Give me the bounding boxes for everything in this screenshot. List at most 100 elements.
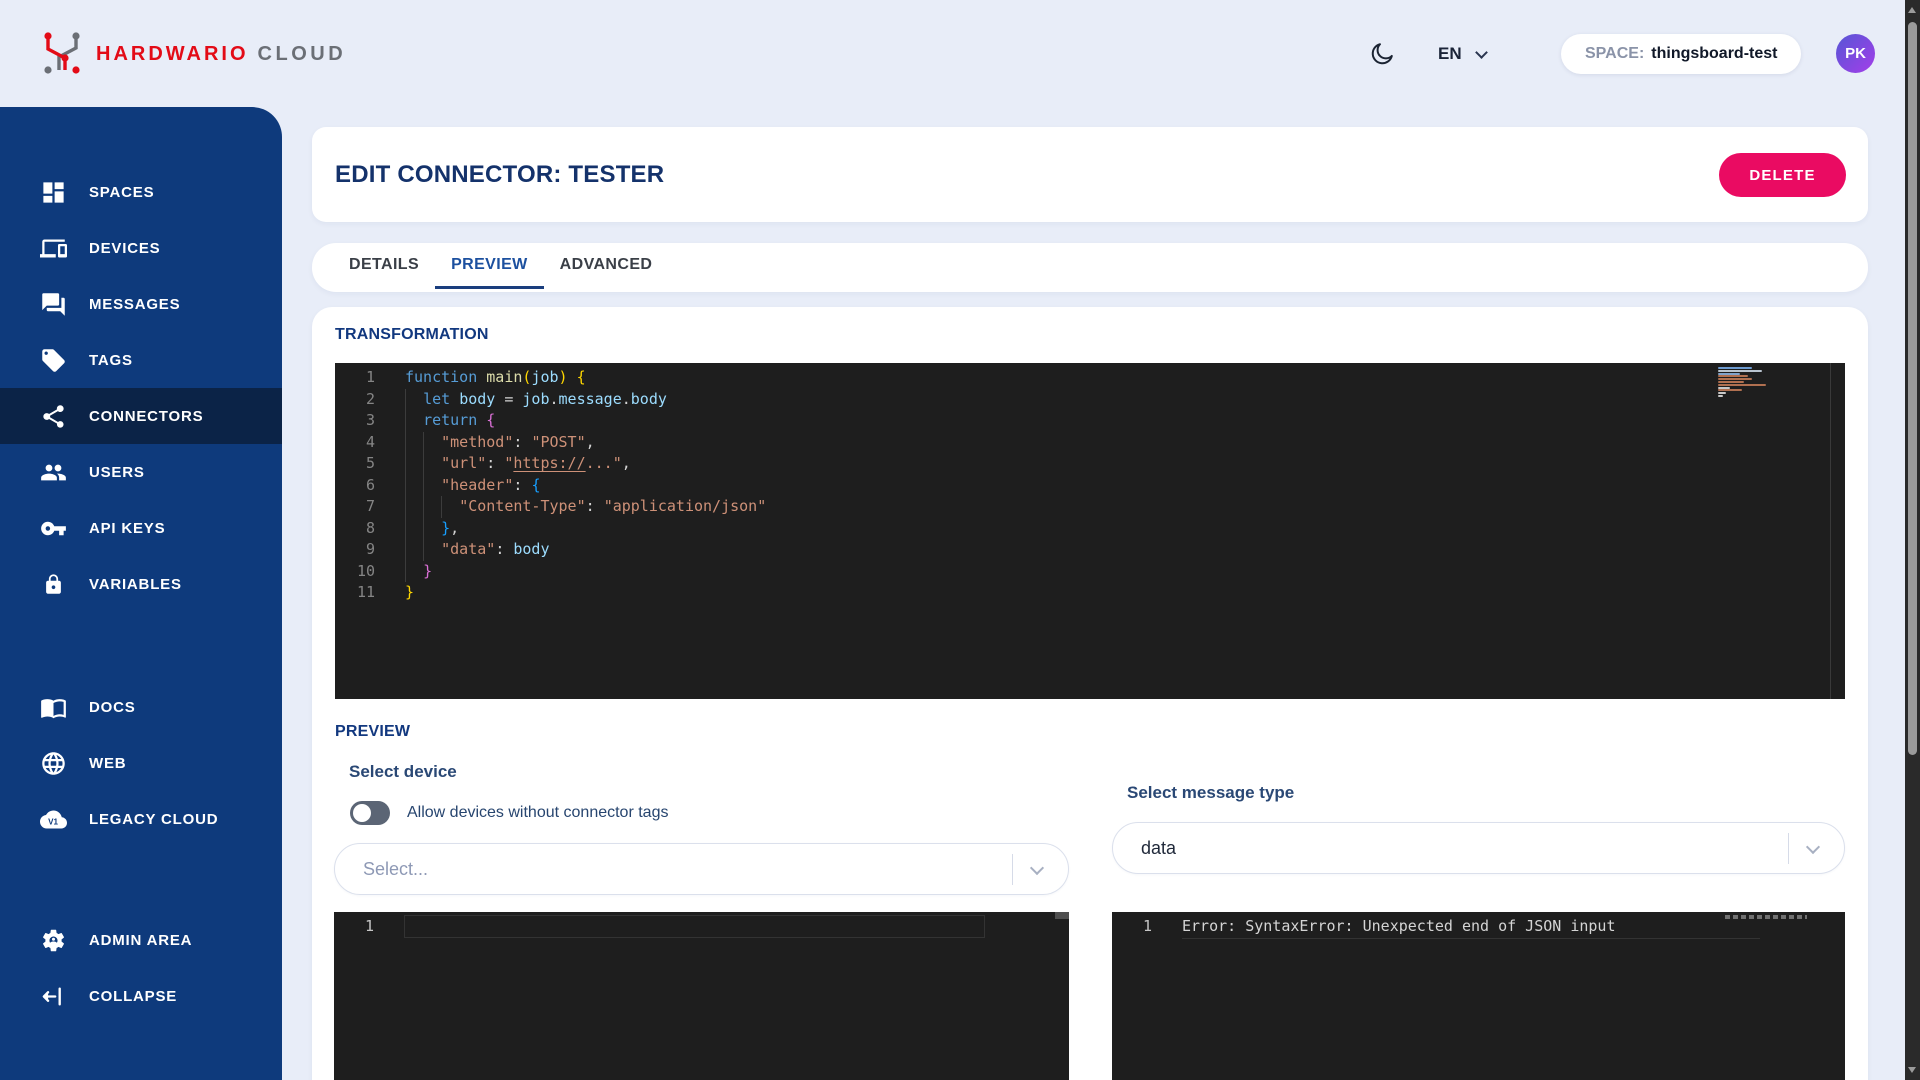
tab-details[interactable]: DETAILS — [333, 243, 435, 289]
sidebar-item-collapse[interactable]: COLLAPSE — [0, 968, 282, 1024]
chevron-down-icon — [1806, 840, 1820, 854]
brand-name: HARDWARIO — [96, 43, 249, 65]
brand-wordmark: HARDWARIO CLOUD — [96, 43, 346, 66]
preview-input-editor[interactable]: 1 — [334, 912, 1069, 1080]
chevron-down-icon — [1030, 861, 1044, 875]
line-content: "data": body — [405, 539, 550, 561]
line-number: 6 — [335, 475, 405, 497]
code-line: 10 } — [335, 561, 1845, 583]
line-number: 1 — [1112, 916, 1182, 938]
code-line: 4 "method": "POST", — [335, 432, 1845, 454]
message-type-select[interactable]: data — [1112, 822, 1845, 874]
sidebar-item-label: CONNECTORS — [89, 408, 203, 425]
people-icon — [40, 459, 67, 486]
device-select-placeholder: Select... — [363, 859, 428, 880]
line-content: return { — [405, 410, 495, 432]
code-line: 11} — [335, 582, 1845, 604]
scrollbar-thumb[interactable] — [1908, 22, 1917, 755]
preview-heading: PREVIEW — [335, 723, 410, 741]
delete-button[interactable]: DELETE — [1719, 153, 1846, 197]
svg-text:V1: V1 — [48, 817, 58, 826]
tag-icon — [40, 347, 67, 374]
sidebar-item-label: API KEYS — [89, 520, 165, 537]
top-header: HARDWARIO CLOUD EN SPACE: thingsboard-tes… — [0, 0, 1920, 107]
content-card: TRANSFORMATION 1function main(job) {2 le… — [312, 307, 1868, 1080]
sidebar-item-label: VARIABLES — [89, 576, 182, 593]
allow-devices-toggle[interactable] — [350, 801, 390, 825]
space-switcher[interactable]: SPACE: thingsboard-test — [1561, 34, 1801, 74]
code-line: 9 "data": body — [335, 539, 1845, 561]
select-device-label: Select device — [349, 762, 457, 782]
dark-mode-toggle[interactable] — [1368, 40, 1396, 68]
sidebar-item-api-keys[interactable]: API KEYS — [0, 500, 282, 556]
sidebar-item-docs[interactable]: DOCS — [0, 679, 282, 735]
message-type-value: data — [1141, 838, 1176, 859]
sidebar-item-tags[interactable]: TAGS — [0, 332, 282, 388]
brand-suffix: CLOUD — [258, 43, 347, 65]
indent-guide — [405, 389, 406, 583]
sidebar-item-connectors[interactable]: CONNECTORS — [0, 388, 282, 444]
avatar[interactable]: PK — [1836, 34, 1875, 73]
title-card: EDIT CONNECTOR: TESTER DELETE — [312, 127, 1868, 222]
language-code: EN — [1438, 44, 1462, 64]
sidebar-item-spaces[interactable]: SPACES — [0, 164, 282, 220]
line-number: 1 — [335, 367, 405, 389]
tab-advanced[interactable]: ADVANCED — [544, 243, 669, 289]
sidebar: SPACES DEVICES MESSAGES TAGS CONNECTORS USERS… — [0, 107, 282, 1080]
book-icon — [40, 694, 67, 721]
chevron-down-icon — [1475, 46, 1488, 59]
scroll-down-arrow-icon[interactable] — [1908, 1067, 1916, 1073]
line-number: 3 — [335, 410, 405, 432]
transformation-code-editor[interactable]: 1function main(job) {2 let body = job.me… — [335, 363, 1845, 699]
code-line: 1function main(job) { — [335, 367, 1845, 389]
select-divider — [1012, 854, 1013, 885]
code-line: 1 Error: SyntaxError: Unexpected end of … — [1112, 916, 1845, 938]
sidebar-item-label: ADMIN AREA — [89, 932, 192, 949]
space-name: thingsboard-test — [1651, 45, 1777, 63]
error-message: Error: SyntaxError: Unexpected end of JS… — [1182, 916, 1615, 938]
avatar-initials: PK — [1845, 45, 1866, 62]
grid-icon — [40, 179, 67, 206]
editor-scrollbar-thumb[interactable] — [1055, 912, 1069, 919]
code-line: 8 }, — [335, 518, 1845, 540]
sidebar-item-messages[interactable]: MESSAGES — [0, 276, 282, 332]
line-content: function main(job) { — [405, 367, 586, 389]
line-number: 11 — [335, 582, 405, 604]
sidebar-item-label: SPACES — [89, 184, 154, 201]
line-content: let body = job.message.body — [405, 389, 667, 411]
code-line: 3 return { — [335, 410, 1845, 432]
code-line: 5 "url": "https://...", — [335, 453, 1845, 475]
preview-output-editor[interactable]: 1 Error: SyntaxError: Unexpected end of … — [1112, 912, 1845, 1080]
sidebar-item-variables[interactable]: VARIABLES — [0, 556, 282, 612]
scroll-up-arrow-icon[interactable] — [1908, 7, 1916, 13]
device-select[interactable]: Select... — [334, 843, 1069, 895]
sidebar-nav: SPACES DEVICES MESSAGES TAGS CONNECTORS USERS… — [0, 164, 282, 1024]
line-content: } — [405, 582, 414, 604]
sidebar-item-admin-area[interactable]: ADMIN AREA — [0, 912, 282, 968]
line-content: "header": { — [405, 475, 540, 497]
sidebar-item-users[interactable]: USERS — [0, 444, 282, 500]
sidebar-item-label: DOCS — [89, 699, 136, 716]
hardwario-logo-icon — [38, 29, 86, 77]
share-icon — [40, 403, 67, 430]
page-title: EDIT CONNECTOR: TESTER — [335, 161, 664, 189]
line-content: "Content-Type": "application/json" — [405, 496, 766, 518]
moon-icon — [1368, 40, 1396, 68]
page-scrollbar[interactable] — [1905, 0, 1920, 1080]
code-line: 6 "header": { — [335, 475, 1845, 497]
language-selector[interactable]: EN — [1438, 44, 1486, 64]
select-divider — [1788, 833, 1789, 864]
editor-minimap[interactable] — [1718, 367, 1778, 398]
space-label: SPACE: — [1585, 45, 1644, 63]
sidebar-item-label: COLLAPSE — [89, 988, 177, 1005]
select-message-type-label: Select message type — [1127, 783, 1294, 803]
indent-guide — [423, 432, 424, 561]
tabs-bar: DETAILSPREVIEWADVANCED — [312, 243, 1868, 292]
tab-preview[interactable]: PREVIEW — [435, 243, 544, 289]
sidebar-item-label: WEB — [89, 755, 126, 772]
sidebar-item-label: TAGS — [89, 352, 133, 369]
sidebar-item-label: MESSAGES — [89, 296, 180, 313]
sidebar-item-web[interactable]: WEB — [0, 735, 282, 791]
sidebar-item-devices[interactable]: DEVICES — [0, 220, 282, 276]
sidebar-item-legacy-cloud[interactable]: V1LEGACY CLOUD — [0, 791, 282, 847]
